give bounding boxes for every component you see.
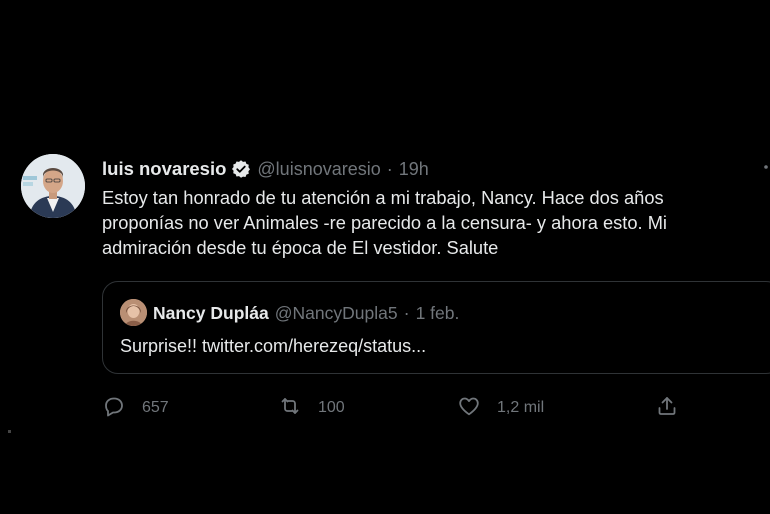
header-separator: · (386, 158, 393, 179)
quoted-tweet-header: Nancy Dupláa @NancyDupla5 · 1 feb. (153, 300, 459, 326)
author-handle[interactable]: @luisnovaresio (257, 159, 380, 180)
tweet-text-line: proponías no ver Animales -re parecido a… (102, 212, 667, 233)
tweet-timestamp[interactable]: 19h (399, 159, 429, 180)
quoted-author-handle: @NancyDupla5 (274, 302, 398, 323)
verified-badge-icon (231, 159, 251, 179)
reply-count: 657 (142, 399, 169, 416)
quoted-header-separator: · (403, 302, 410, 323)
like-button[interactable]: 1,2 mil (457, 392, 544, 424)
quoted-tweet-text: Surprise!! twitter.com/herezeq/status... (120, 336, 427, 356)
tweet-actions-bar: 657 100 1,2 mil (0, 392, 770, 424)
author-avatar-image (21, 154, 85, 218)
retweet-count: 100 (318, 399, 345, 416)
tweet[interactable]: luis novaresio @luisnovaresio · 19h Esto… (0, 0, 770, 514)
quoted-author-avatar (120, 299, 147, 326)
share-button[interactable] (655, 392, 679, 424)
more-dots-icon[interactable] (762, 163, 770, 188)
author-avatar[interactable] (21, 154, 85, 218)
retweet-button[interactable]: 100 (278, 392, 345, 424)
reply-button[interactable]: 657 (102, 392, 169, 424)
tweet-text-line: Estoy tan honrado de tu atención a mi tr… (102, 187, 664, 208)
author-name[interactable]: luis novaresio (102, 158, 226, 180)
quoted-author-name: Nancy Dupláa (153, 302, 269, 323)
quoted-tweet-timestamp: 1 feb. (415, 302, 460, 323)
retweet-arrows-icon (278, 394, 302, 423)
edge-artifact (8, 430, 11, 433)
tweet-text: Estoy tan honrado de tu atención a mi tr… (102, 185, 752, 260)
tweet-text-line: admiración desde tu época de El vestidor… (102, 237, 499, 258)
share-upload-icon (655, 394, 679, 423)
like-count: 1,2 mil (497, 399, 545, 416)
quoted-tweet-card[interactable]: Nancy Dupláa @NancyDupla5 · 1 feb. Surpr… (102, 281, 770, 374)
tweet-header: luis novaresio @luisnovaresio · 19h (102, 155, 429, 183)
reply-bubble-icon (102, 394, 126, 423)
heart-icon (457, 394, 481, 423)
